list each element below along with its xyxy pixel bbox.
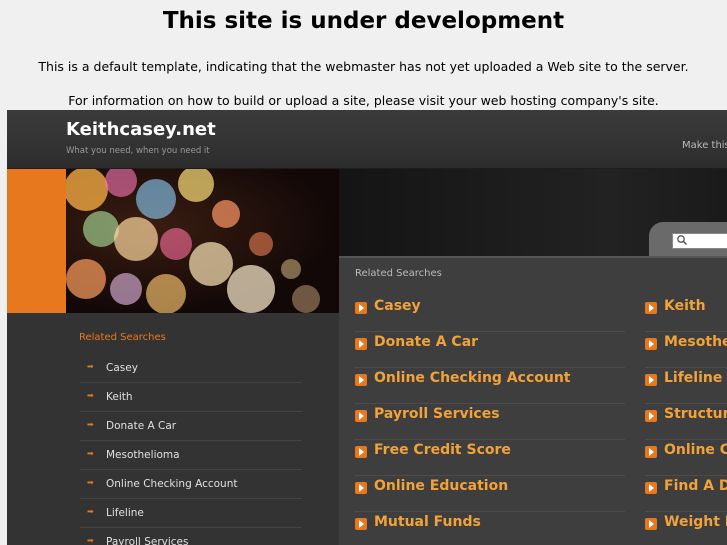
result-link-label[interactable]: Free Credit Score xyxy=(374,442,511,458)
sidebar: Related Searches ➡ Casey ➡ Keith ➡ Donat… xyxy=(7,313,339,545)
result-link-online-education[interactable]: Online Education xyxy=(355,475,625,512)
related-searches-panel: Related Searches Casey Donate A Car Onli… xyxy=(339,256,727,545)
site-tagline: What you need, when you need it xyxy=(66,146,210,156)
result-link-mesothelioma[interactable]: Mesothel xyxy=(645,331,727,368)
result-link-label[interactable]: Online Co xyxy=(664,442,727,458)
search-icon[interactable] xyxy=(676,234,688,246)
sidebar-item-label[interactable]: Payroll Services xyxy=(106,536,188,545)
orange-accent-bar xyxy=(7,169,66,313)
parked-page-frame: Keithcasey.net What you need, when you n… xyxy=(7,110,727,545)
arrow-icon: ➡ xyxy=(87,507,94,516)
result-link-label[interactable]: Weight Lo xyxy=(664,514,727,530)
sidebar-item-label[interactable]: Donate A Car xyxy=(106,420,176,432)
sidebar-item-label[interactable]: Keith xyxy=(106,391,133,403)
result-link-label[interactable]: Online Checking Account xyxy=(374,370,571,386)
arrow-box-icon xyxy=(645,374,657,386)
sidebar-item-payroll-services[interactable]: ➡ Payroll Services xyxy=(80,528,302,545)
result-link-lifeline[interactable]: Lifeline xyxy=(645,367,727,404)
result-link-label[interactable]: Lifeline xyxy=(664,370,722,386)
sidebar-item-label[interactable]: Casey xyxy=(106,362,138,374)
sidebar-item-label[interactable]: Mesothelioma xyxy=(106,449,180,461)
dev-notice: This site is under development This is a… xyxy=(0,0,727,110)
result-link-casey[interactable]: Casey xyxy=(355,295,625,332)
arrow-icon: ➡ xyxy=(87,536,94,545)
arrow-icon: ➡ xyxy=(87,391,94,400)
result-link-online-co[interactable]: Online Co xyxy=(645,439,727,476)
arrow-icon: ➡ xyxy=(87,362,94,371)
arrow-box-icon xyxy=(645,518,657,530)
sidebar-item-label[interactable]: Online Checking Account xyxy=(106,478,237,490)
sidebar-item-label[interactable]: Lifeline xyxy=(106,507,144,519)
sidebar-heading: Related Searches xyxy=(79,332,166,343)
results-heading: Related Searches xyxy=(355,268,442,279)
arrow-box-icon xyxy=(645,302,657,314)
result-link-label[interactable]: Casey xyxy=(374,298,421,314)
arrow-box-icon xyxy=(355,446,367,458)
result-link-label[interactable]: Mutual Funds xyxy=(374,514,481,530)
header-bar: Keithcasey.net What you need, when you n… xyxy=(7,110,727,169)
result-link-online-checking-account[interactable]: Online Checking Account xyxy=(355,367,625,404)
arrow-box-icon xyxy=(645,446,657,458)
result-link-label[interactable]: Donate A Car xyxy=(374,334,478,350)
arrow-box-icon xyxy=(355,482,367,494)
arrow-box-icon xyxy=(355,518,367,530)
notice-line-1: This is a default template, indicating t… xyxy=(38,59,689,74)
sidebar-item-keith[interactable]: ➡ Keith xyxy=(80,383,302,412)
result-link-label[interactable]: Find A De xyxy=(664,478,727,494)
result-link-structure[interactable]: Structure xyxy=(645,403,727,440)
arrow-box-icon xyxy=(645,338,657,350)
sidebar-item-donate-a-car[interactable]: ➡ Donate A Car xyxy=(80,412,302,441)
result-link-label[interactable]: Online Education xyxy=(374,478,508,494)
arrow-box-icon xyxy=(355,410,367,422)
result-link-weight-lo[interactable]: Weight Lo xyxy=(645,511,727,545)
result-link-payroll-services[interactable]: Payroll Services xyxy=(355,403,625,440)
site-title[interactable]: Keithcasey.net xyxy=(66,119,216,140)
result-link-free-credit-score[interactable]: Free Credit Score xyxy=(355,439,625,476)
result-link-donate-a-car[interactable]: Donate A Car xyxy=(355,331,625,368)
arrow-icon: ➡ xyxy=(87,420,94,429)
sidebar-item-mesothelioma[interactable]: ➡ Mesothelioma xyxy=(80,441,302,470)
arrow-box-icon xyxy=(645,410,657,422)
sidebar-item-lifeline[interactable]: ➡ Lifeline xyxy=(80,499,302,528)
result-link-mutual-funds[interactable]: Mutual Funds xyxy=(355,511,625,545)
arrow-box-icon xyxy=(355,374,367,386)
notice-line-2: For information on how to build or uploa… xyxy=(68,93,659,108)
notice-title: This site is under development xyxy=(162,8,565,34)
bokeh-lights-image xyxy=(66,169,339,313)
sidebar-item-casey[interactable]: ➡ Casey xyxy=(80,354,302,383)
arrow-icon: ➡ xyxy=(87,449,94,458)
result-link-find-a-de[interactable]: Find A De xyxy=(645,475,727,512)
sidebar-item-online-checking-account[interactable]: ➡ Online Checking Account xyxy=(80,470,302,499)
arrow-box-icon xyxy=(355,302,367,314)
result-link-label[interactable]: Payroll Services xyxy=(374,406,500,422)
result-link-keith[interactable]: Keith xyxy=(645,295,727,332)
make-this-link[interactable]: Make this xyxy=(682,140,727,151)
result-link-label[interactable]: Keith xyxy=(664,298,706,314)
arrow-box-icon xyxy=(645,482,657,494)
arrow-box-icon xyxy=(355,338,367,350)
result-link-label[interactable]: Structure xyxy=(664,406,727,422)
arrow-icon: ➡ xyxy=(87,478,94,487)
result-link-label[interactable]: Mesothel xyxy=(664,334,727,350)
